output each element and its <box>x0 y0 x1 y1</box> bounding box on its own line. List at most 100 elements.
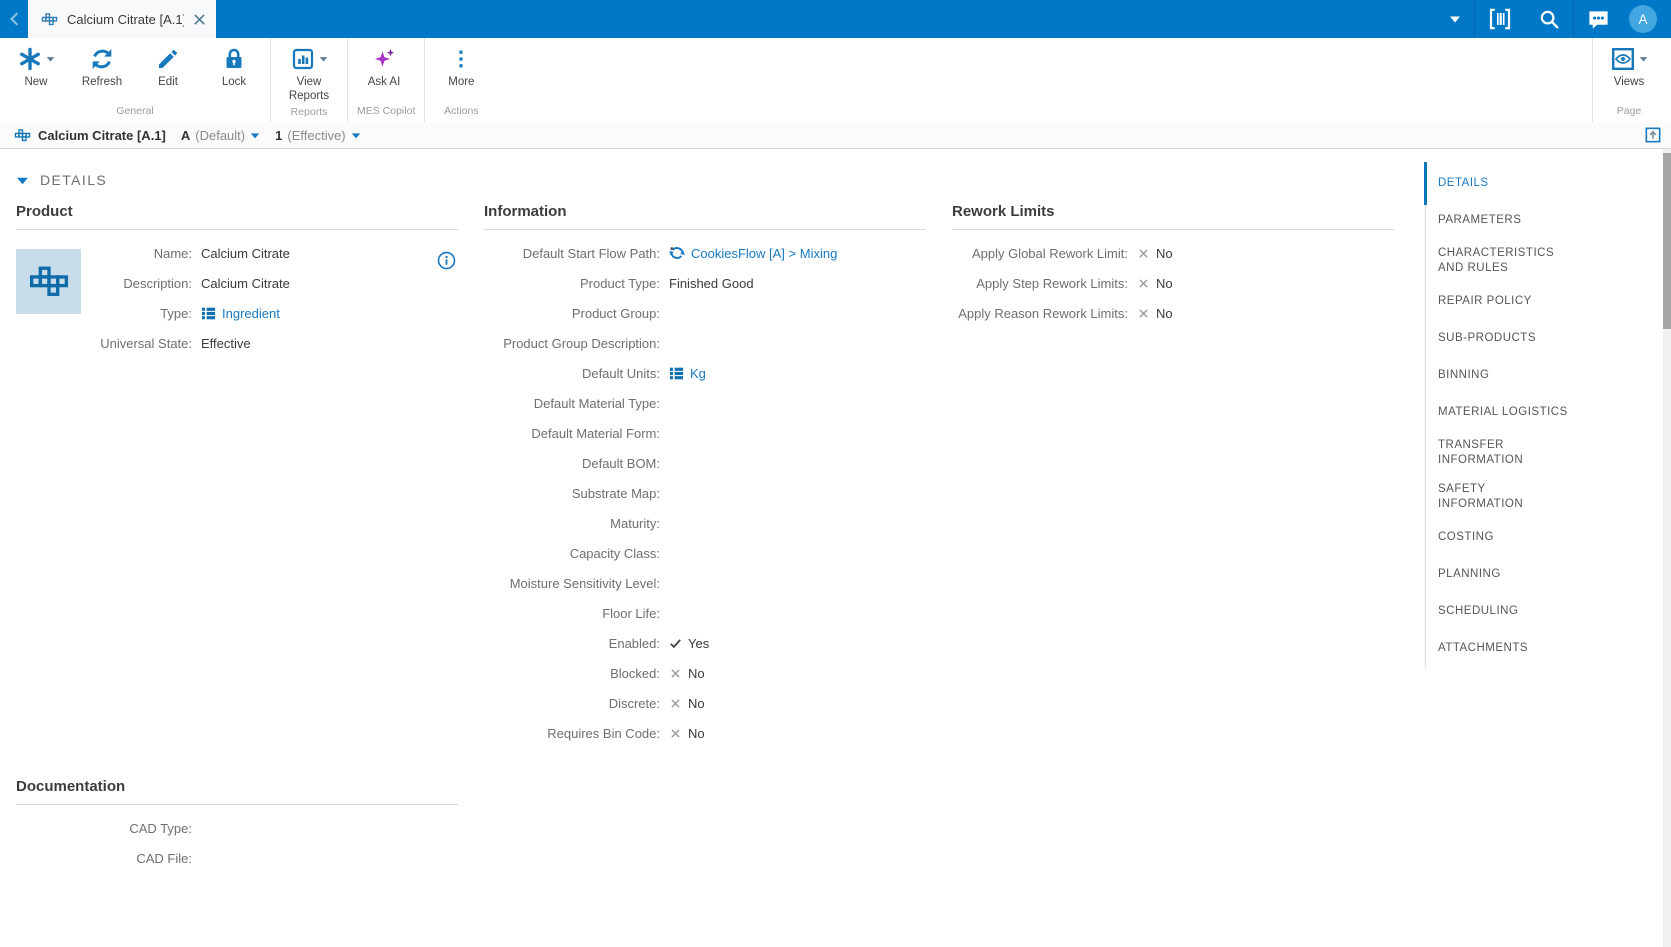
field-value: No <box>1137 246 1173 261</box>
sidebar-item-characteristics-and-rules[interactable]: CHARACTERISTICS AND RULES <box>1426 239 1610 283</box>
toolbar-group-mes-copilot: Ask AI MES Copilot <box>347 38 424 122</box>
field-value: CookiesFlow [A] > Mixing <box>669 245 837 261</box>
toolbar-button-label: View Reports <box>278 76 340 104</box>
field-label: Product Group Description: <box>484 336 660 351</box>
sidebar-item-binning[interactable]: BINNING <box>1426 357 1610 394</box>
field-row-discrete: Discrete:No <box>484 688 926 718</box>
field-row-apply-step-rework-limits: Apply Step Rework Limits:No <box>952 268 1394 298</box>
version-dropdown[interactable]: A (Default) <box>181 128 260 143</box>
product-icon <box>14 127 31 144</box>
breadcrumb: Calcium Citrate [A.1] A (Default) 1 (Eff… <box>0 122 1671 149</box>
field-row-maturity: Maturity: <box>484 508 926 538</box>
back-button[interactable] <box>0 0 28 38</box>
field-row-universal-state: Universal State:Effective <box>16 328 458 358</box>
field-label: Capacity Class: <box>484 546 660 561</box>
views-button[interactable]: Views <box>1596 38 1662 103</box>
field-label: Blocked: <box>484 666 660 681</box>
field-label: Apply Reason Rework Limits: <box>952 306 1128 321</box>
panel-title: Product <box>16 203 458 230</box>
field-label: Default BOM: <box>484 456 660 471</box>
field-value: No <box>1137 276 1173 291</box>
toolbar-group-label: MES Copilot <box>351 103 421 122</box>
close-tab-button[interactable] <box>193 13 206 26</box>
field-value-text: No <box>688 666 705 681</box>
toolbar-group-general: NewRefreshEditLockGeneral <box>0 38 270 122</box>
expand-header-button[interactable] <box>1645 127 1661 143</box>
field-row-substrate-map: Substrate Map: <box>484 478 926 508</box>
sidebar-item-parameters[interactable]: PARAMETERS <box>1426 202 1610 239</box>
toolbar-group-page: ViewsPage <box>1592 38 1665 122</box>
expand-icon <box>1645 127 1661 143</box>
field-label: Product Type: <box>484 276 660 291</box>
panel-title: Documentation <box>16 778 458 805</box>
field-row-default-units: Default Units:Kg <box>484 358 926 388</box>
view-reports-button[interactable]: View Reports <box>274 38 344 104</box>
field-row-blocked: Blocked: No <box>484 658 926 688</box>
toolbar-button-label: Lock <box>222 76 246 90</box>
version-value: A <box>181 128 190 143</box>
field-row-description: Description:Calcium Citrate <box>16 268 458 298</box>
section-sidebar: DETAILSPARAMETERSCHARACTERISTICS AND RUL… <box>1425 149 1671 947</box>
topbar-dropdown-button[interactable] <box>1436 0 1474 38</box>
sidebar-item-transfer-information[interactable]: TRANSFER INFORMATION <box>1426 431 1610 475</box>
field-label: Enabled: <box>484 636 660 651</box>
toolbar-button-label: More <box>448 76 474 90</box>
details-section-toggle[interactable]: DETAILS <box>16 172 1425 188</box>
x-icon <box>1137 307 1150 320</box>
topbar-actions: A <box>1436 0 1671 38</box>
revision-dropdown[interactable]: 1 (Effective) <box>275 128 361 143</box>
field-row-enabled: Enabled: Yes <box>484 628 926 658</box>
toolbar-group-label: Reports <box>274 104 344 123</box>
field-label: Product Group: <box>484 306 660 321</box>
x-icon <box>1137 247 1150 260</box>
sidebar-item-repair-policy[interactable]: REPAIR POLICY <box>1426 283 1610 320</box>
top-bar: Calcium Citrate [A.1] A <box>0 0 1671 38</box>
toolbar-button-label: Ask AI <box>368 76 401 90</box>
report-chart-icon <box>291 47 315 71</box>
field-label: Maturity: <box>484 516 660 531</box>
field-value-link[interactable]: CookiesFlow [A] > Mixing <box>691 246 837 261</box>
field-value: Yes <box>669 636 709 651</box>
search-icon <box>1538 8 1560 30</box>
sidebar-item-costing[interactable]: COSTING <box>1426 519 1610 556</box>
edit-button[interactable]: Edit <box>135 38 201 103</box>
product-icon <box>28 261 70 303</box>
more-button[interactable]: More <box>428 38 494 103</box>
toolbar-button-label: Edit <box>158 76 178 90</box>
field-row-default-material-form: Default Material Form: <box>484 418 926 448</box>
info-icon[interactable] <box>437 251 456 270</box>
ask-ai-button[interactable]: Ask AI <box>351 38 417 103</box>
sidebar-item-planning[interactable]: PLANNING <box>1426 556 1610 593</box>
field-value-link[interactable]: Ingredient <box>222 306 280 321</box>
panel-title: Information <box>484 203 926 230</box>
messages-button[interactable] <box>1574 0 1623 38</box>
sidebar-item-sub-products[interactable]: SUB-PRODUCTS <box>1426 320 1610 357</box>
field-row-type: Type:Ingredient <box>16 298 458 328</box>
x-icon <box>669 697 682 710</box>
field-value: No <box>669 726 705 741</box>
field-row-cad-type: CAD Type: <box>16 813 458 843</box>
scrollbar-thumb[interactable] <box>1663 153 1671 329</box>
field-row-requires-bin-code: Requires Bin Code:No <box>484 718 926 748</box>
field-value-link[interactable]: Kg <box>690 366 706 381</box>
field-label: Universal State: <box>16 336 192 351</box>
close-icon <box>193 13 206 26</box>
sidebar-item-scheduling[interactable]: SCHEDULING <box>1426 593 1610 630</box>
field-label: Default Material Type: <box>484 396 660 411</box>
sidebar-item-attachments[interactable]: ATTACHMENTS <box>1426 630 1610 667</box>
tab-calcium-citrate[interactable]: Calcium Citrate [A.1] <box>28 0 216 38</box>
field-value: No <box>1137 306 1173 321</box>
field-label: Substrate Map: <box>484 486 660 501</box>
avatar[interactable]: A <box>1629 5 1657 33</box>
barcode-icon <box>1488 7 1512 31</box>
lock-button[interactable]: Lock <box>201 38 267 103</box>
toolbar-button-label: New <box>24 76 47 90</box>
sidebar-item-material-logistics[interactable]: MATERIAL LOGISTICS <box>1426 394 1610 431</box>
sidebar-item-details[interactable]: DETAILS <box>1426 165 1610 202</box>
new-button[interactable]: New <box>3 38 69 103</box>
documentation-panel: Documentation CAD Type:CAD File: <box>16 778 458 873</box>
sidebar-item-safety-information[interactable]: SAFETY INFORMATION <box>1426 475 1610 519</box>
search-button[interactable] <box>1525 0 1573 38</box>
barcode-scan-button[interactable] <box>1475 0 1525 38</box>
refresh-button[interactable]: Refresh <box>69 38 135 103</box>
